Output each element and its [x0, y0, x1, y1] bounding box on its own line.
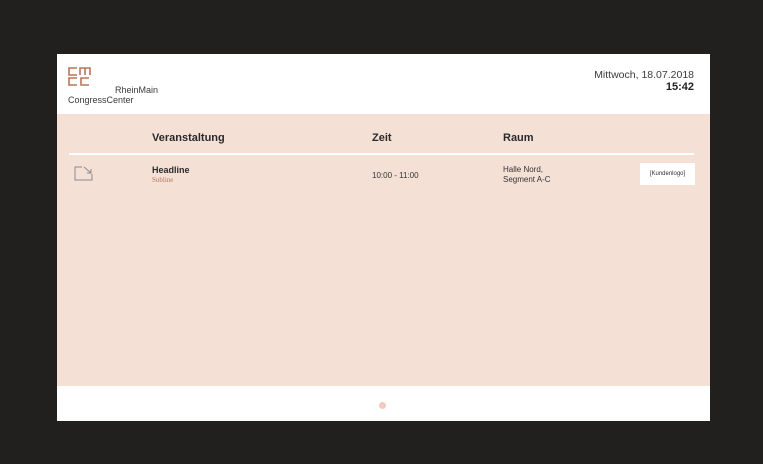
signage-screen: RheinMain CongressCenter Mittwoch, 18.07… [57, 54, 710, 421]
logo-text-rheinmain: RheinMain [114, 85, 158, 95]
header: RheinMain CongressCenter Mittwoch, 18.07… [57, 54, 710, 114]
column-header-veranstaltung: Veranstaltung [152, 132, 225, 144]
customer-logo-placeholder: [Kundenlogo] [640, 163, 695, 185]
arrow-down-right-icon [74, 166, 93, 181]
schedule-table: Veranstaltung Zeit Raum Headline Subline… [57, 114, 710, 386]
column-header-zeit: Zeit [372, 132, 392, 144]
event-room-line2: Segment A-C [503, 175, 551, 184]
header-divider [69, 153, 694, 155]
event-time: 10:00 - 11:00 [372, 171, 419, 180]
pagination-dot[interactable] [379, 402, 386, 409]
rmcc-logo: RheinMain CongressCenter [68, 67, 158, 111]
rmcc-logo-icon [68, 67, 91, 86]
event-subline: Subline [152, 176, 174, 184]
current-date: Mittwoch, 18.07.2018 [594, 69, 694, 81]
current-time: 15:42 [665, 81, 694, 93]
footer [57, 386, 710, 421]
logo-text-congresscenter: CongressCenter [68, 95, 134, 105]
event-headline: Headline [152, 165, 190, 175]
column-header-raum: Raum [503, 132, 534, 144]
event-room-line1: Halle Nord, [503, 165, 544, 174]
